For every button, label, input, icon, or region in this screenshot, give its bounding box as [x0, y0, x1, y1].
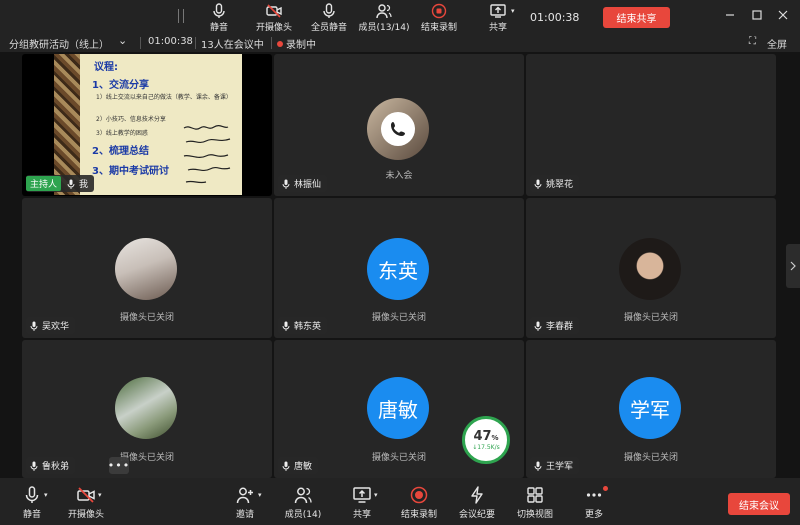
microphone-icon [213, 3, 225, 18]
name-tag: 王学军 [530, 457, 580, 474]
members-button[interactable]: 成员(14) [275, 484, 331, 522]
avatar [619, 238, 681, 300]
host-badge: 主持人 [26, 176, 62, 191]
members-icon [376, 4, 392, 19]
chevron-down-icon[interactable]: ⌄ [118, 34, 127, 47]
microphone-icon [282, 179, 290, 189]
microphone-icon [25, 486, 39, 503]
microphone-icon [67, 179, 75, 189]
fullscreen-button[interactable]: 全屏 [767, 36, 787, 51]
network-rate: ↓17.5K/s [472, 444, 500, 451]
avatar: 东英 [367, 238, 429, 300]
name-tag: 吴欢华 [26, 317, 76, 334]
maximize-icon[interactable] [747, 7, 767, 23]
video-grid: 议程: 1、交流分享 1）线上交流以来自己的做法（教学、课余、备课） 2）小技巧… [0, 52, 800, 478]
microphone-icon [30, 321, 38, 331]
end-meeting-button[interactable]: 结束会议 [728, 493, 790, 515]
tile-more-button[interactable]: ••• [108, 457, 129, 474]
share-dropdown-caret-icon[interactable]: ▾ [374, 491, 378, 499]
video-tile-lichunqun[interactable]: 摄像头已关闭 李春群 [526, 198, 776, 338]
name-tag: 韩东英 [278, 317, 328, 334]
microphone-icon [30, 461, 38, 471]
mute-all-icon [323, 3, 335, 18]
meeting-info-bar: 分组教研活动（线上） ⌄ 01:00:38 13人在会议中 录制中 ⛶ 全屏 [0, 34, 800, 52]
meeting-duration: 01:00:38 [148, 36, 193, 47]
camera-button[interactable]: 开摄像头 [58, 484, 114, 522]
fullscreen-icon[interactable]: ⛶ [749, 36, 756, 47]
avatar: 唐敏 [367, 377, 429, 439]
name-tag: 姚翠花 [530, 175, 580, 192]
video-tile-handongying[interactable]: 东英 摄像头已关闭 韩东英 [274, 198, 524, 338]
top-toolbar: 静音 开摄像头 全员静音 成员(13/14) 结束录制 共享 ▾ 01:00:3… [0, 0, 800, 34]
meeting-name: 分组教研活动（线上） [9, 40, 109, 51]
top-share-button[interactable]: 共享 [468, 2, 528, 34]
end-record-button[interactable]: 结束录制 [391, 484, 447, 522]
end-share-button[interactable]: 结束共享 [603, 7, 670, 28]
record-stop-icon [431, 3, 447, 19]
microphone-icon [282, 321, 290, 331]
network-speed-indicator[interactable]: 47% ↓17.5K/s [462, 416, 510, 464]
invite-button[interactable]: 邀请 [217, 484, 273, 522]
name-tag: 林振仙 [278, 175, 328, 192]
switch-view-button[interactable]: 切换视图 [507, 484, 563, 522]
next-page-button[interactable] [786, 244, 800, 288]
invite-dropdown-caret-icon[interactable]: ▾ [258, 491, 262, 499]
drag-handle[interactable] [178, 9, 184, 23]
recording-status: 录制中 [277, 36, 316, 51]
ai-summary-icon [471, 486, 483, 504]
camera-dropdown-caret-icon[interactable]: ▾ [98, 491, 102, 499]
avatar: 学军 [619, 377, 681, 439]
top-end-record-button[interactable]: 结束录制 [409, 2, 469, 34]
top-mute-all-button[interactable]: 全员静音 [299, 2, 359, 34]
record-stop-icon [410, 486, 428, 504]
name-tag: 李春群 [530, 317, 580, 334]
chevron-right-icon [790, 261, 796, 271]
microphone-icon [282, 461, 290, 471]
video-tile-yaocuihua[interactable]: 姚翠花 [526, 54, 776, 196]
video-tile-wangxuejun[interactable]: 学军 摄像头已关闭 王学军 [526, 340, 776, 478]
slide-decoration [54, 54, 80, 195]
video-tile-self[interactable]: 议程: 1、交流分享 1）线上交流以来自己的做法（教学、课余、备课） 2）小技巧… [22, 54, 272, 196]
avatar [367, 98, 429, 160]
shared-slide: 议程: 1、交流分享 1）线上交流以来自己的做法（教学、课余、备课） 2）小技巧… [54, 54, 242, 195]
name-tag-self: 主持人 我 [26, 175, 95, 192]
top-camera-button[interactable]: 开摄像头 [244, 2, 304, 34]
network-percent: 47% [473, 429, 499, 444]
video-tile-luqiudi[interactable]: 摄像头已关闭 鲁秋弟 ••• [22, 340, 272, 478]
participant-count[interactable]: 13人在会议中 [201, 36, 264, 51]
mute-dropdown-caret-icon[interactable]: ▾ [44, 491, 48, 499]
more-button[interactable]: 更多 [566, 484, 622, 522]
handwriting-scribble [183, 124, 231, 184]
bottom-toolbar: 静音 ▾ 开摄像头 ▾ 邀请 ▾ 成员(14) 共享 ▾ 结束录制 会议纪要 切… [0, 478, 800, 525]
video-tile-linzhenxian[interactable]: 未入会 林振仙 [274, 54, 524, 196]
avatar [115, 238, 177, 300]
more-dots-icon [586, 493, 602, 497]
grid-view-icon [527, 487, 543, 503]
members-icon [294, 487, 312, 504]
avatar [115, 377, 177, 439]
phone-icon [381, 112, 415, 146]
meeting-summary-button[interactable]: 会议纪要 [449, 484, 505, 522]
microphone-icon [534, 321, 542, 331]
camera-off-icon [266, 4, 282, 18]
share-button[interactable]: 共享 [334, 484, 390, 522]
microphone-icon [534, 179, 542, 189]
name-tag: 鲁秋弟 [26, 457, 76, 474]
name-tag: 唐敏 [278, 457, 319, 474]
top-members-button[interactable]: 成员(13/14) [354, 2, 414, 34]
notification-dot [603, 486, 608, 491]
close-icon[interactable] [773, 7, 793, 23]
microphone-icon [534, 461, 542, 471]
share-dropdown-caret-icon[interactable]: ▾ [511, 7, 515, 15]
top-mute-button[interactable]: 静音 [189, 2, 249, 34]
add-user-icon [236, 487, 253, 504]
share-screen-icon [490, 4, 506, 18]
mute-button[interactable]: 静音 [4, 484, 60, 522]
top-timer: 01:00:38 [530, 11, 580, 24]
video-tile-wuhuanhua[interactable]: 摄像头已关闭 吴欢华 [22, 198, 272, 338]
camera-off-icon [77, 487, 95, 503]
minimize-icon[interactable] [720, 7, 740, 23]
share-screen-icon [353, 487, 371, 503]
recording-dot-icon [277, 41, 283, 47]
